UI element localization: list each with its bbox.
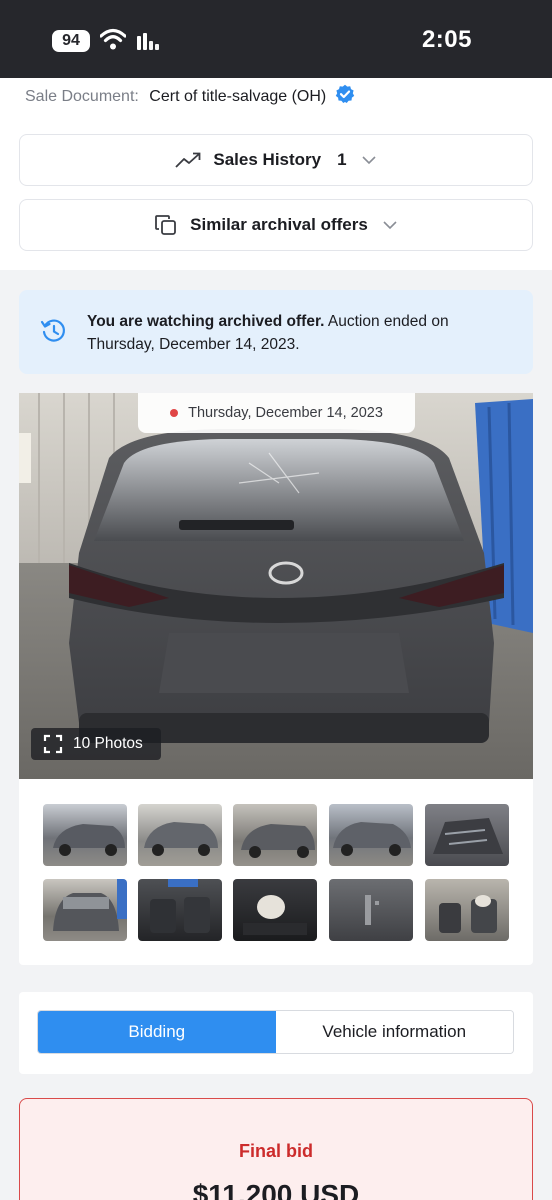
thumbnail[interactable]: [329, 879, 413, 941]
sales-history-label: Sales History: [213, 150, 322, 169]
sales-history-count: 1: [337, 150, 347, 169]
view-photos-button[interactable]: 10 Photos: [31, 728, 161, 760]
final-bid-card: Final bid $11,200 USD: [19, 1098, 533, 1200]
thumbnail[interactable]: [43, 879, 127, 941]
battery-indicator: 94: [52, 30, 90, 52]
thumbnail[interactable]: [425, 804, 509, 866]
thumbnail[interactable]: [233, 804, 317, 866]
photos-count-label: 10 Photos: [73, 735, 143, 752]
copy-icon: [154, 213, 178, 237]
final-bid-amount: $11,200 USD: [192, 1179, 360, 1200]
tab-vehicle-information[interactable]: Vehicle information: [275, 1011, 513, 1053]
details-tabs: Bidding Vehicle information: [37, 1010, 514, 1054]
final-bid-label: Final bid: [239, 1141, 313, 1161]
tab-bidding[interactable]: Bidding: [38, 1011, 276, 1053]
clock: 2:05: [421, 26, 472, 53]
similar-archival-offers-button[interactable]: Similar archival offers: [19, 199, 533, 251]
wifi-icon: [99, 28, 127, 55]
details-tabs-card: Bidding Vehicle information: [19, 992, 533, 1074]
photo-gallery: Thursday, December 14, 2023 10 Photos: [19, 393, 533, 965]
thumbnail[interactable]: [425, 879, 509, 941]
thumbnail[interactable]: [233, 879, 317, 941]
main-vehicle-photo[interactable]: Thursday, December 14, 2023 10 Photos: [19, 393, 533, 779]
thumbnail[interactable]: [138, 804, 222, 866]
auction-date-tag: Thursday, December 14, 2023: [138, 393, 415, 433]
sale-document-row: Sale Document: Cert of title-salvage (OH…: [25, 84, 355, 109]
fullscreen-icon: [43, 734, 63, 754]
status-dot: [170, 409, 179, 417]
auction-date: Thursday, December 14, 2023: [188, 405, 383, 421]
thumbnail[interactable]: [43, 804, 127, 866]
verified-badge-icon: [335, 84, 355, 109]
status-bar: 94 2:05: [0, 0, 552, 78]
history-icon: [39, 316, 69, 351]
thumbnail[interactable]: [329, 804, 413, 866]
notice-text: You are watching archived offer. Auction…: [87, 310, 517, 356]
sale-document-label: Sale Document:: [25, 88, 139, 105]
sales-history-button[interactable]: Sales History 1: [19, 134, 533, 186]
trending-up-icon: [175, 151, 201, 169]
archived-offer-notice: You are watching archived offer. Auction…: [19, 290, 533, 374]
chevron-down-icon: [361, 155, 377, 165]
similar-offers-label: Similar archival offers: [190, 215, 368, 234]
thumbnail[interactable]: [138, 879, 222, 941]
sale-document-value: Cert of title-salvage (OH): [149, 88, 327, 105]
chevron-down-icon: [382, 220, 398, 230]
notice-bold-text: You are watching archived offer.: [87, 313, 325, 330]
cellular-signal-icon: [137, 30, 163, 50]
